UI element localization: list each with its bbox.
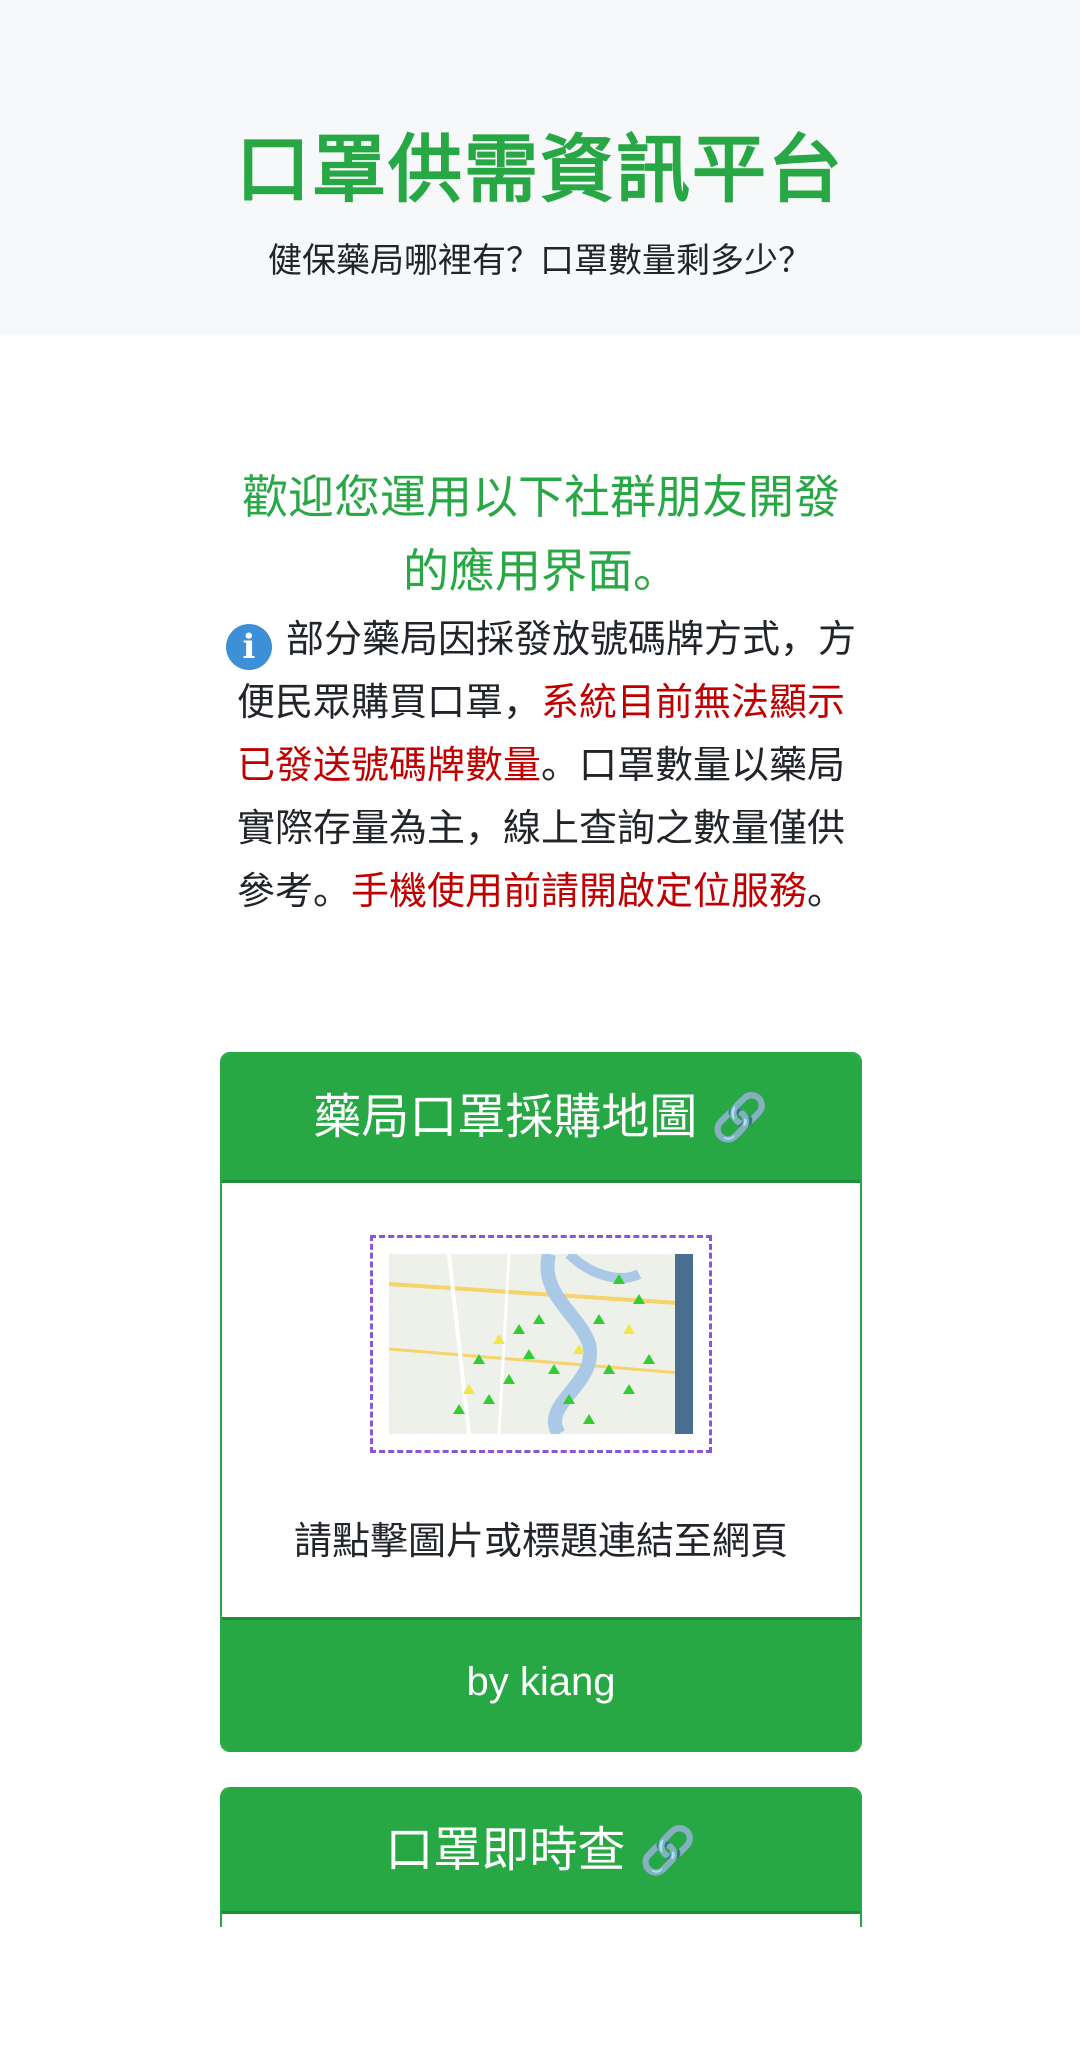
app-card-mask-map: 藥局口罩採購地圖 🔗 請點擊圖片或標題連結至網頁 by kiang bbox=[220, 1052, 862, 1752]
app-card-author: by kiang bbox=[222, 1617, 860, 1750]
page-header: 口罩供需資訊平台 健保藥局哪裡有？口罩數量剩多少？ bbox=[0, 0, 1080, 335]
notice-part-3: 。 bbox=[807, 869, 846, 913]
map-thumbnail-link[interactable] bbox=[370, 1235, 712, 1453]
app-card-title-link[interactable]: 口罩即時查 🔗 bbox=[222, 1789, 860, 1914]
notice-warning-2: 手機使用前請開啟定位服務 bbox=[350, 869, 807, 913]
welcome-message: 歡迎您運用以下社群朋友開發的應用界面。 bbox=[242, 470, 840, 598]
info-icon: i bbox=[225, 624, 272, 670]
app-card-mask-realtime: 口罩即時查 🔗 bbox=[220, 1787, 862, 1927]
page-subtitle: 健保藥局哪裡有？口罩數量剩多少？ bbox=[268, 241, 812, 281]
link-icon: 🔗 bbox=[639, 1823, 697, 1877]
notice-text: i 部分藥局因採發放號碼牌方式，方便民眾購買口罩，系統目前無法顯示已發送號碼牌數量… bbox=[220, 608, 862, 923]
link-icon: 🔗 bbox=[711, 1090, 769, 1144]
page-title: 口罩供需資訊平台 bbox=[236, 127, 844, 213]
app-card-description: 請點擊圖片或標題連結至網頁 bbox=[293, 1519, 788, 1563]
intro-section: 歡迎您運用以下社群朋友開發的應用界面。 i 部分藥局因採發放號碼牌方式，方便民眾購… bbox=[220, 460, 862, 923]
app-card-body: 請點擊圖片或標題連結至網頁 bbox=[222, 1183, 860, 1617]
app-card-title-link[interactable]: 藥局口罩採購地圖 🔗 bbox=[222, 1054, 860, 1183]
map-thumbnail-image bbox=[389, 1254, 693, 1434]
app-card-title: 口罩即時查 bbox=[385, 1822, 626, 1878]
app-card-title: 藥局口罩採購地圖 bbox=[313, 1089, 698, 1145]
